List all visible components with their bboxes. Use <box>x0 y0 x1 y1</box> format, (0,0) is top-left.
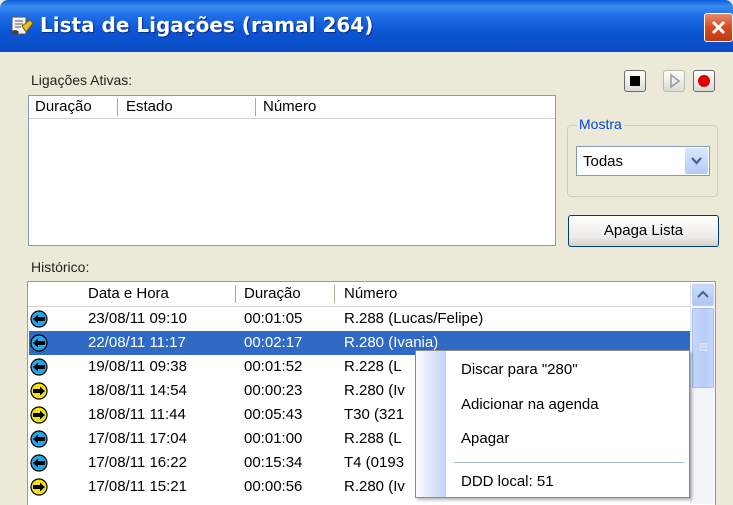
chevron-up-icon <box>697 290 709 298</box>
filter-select[interactable]: Todas <box>576 146 710 176</box>
row-datetime: 17/08/11 16:22 <box>88 454 187 471</box>
row-number: R.280 (Iv <box>344 382 405 399</box>
record-button[interactable] <box>693 70 715 92</box>
record-icon <box>698 75 710 87</box>
row-number: R.228 (L <box>344 358 402 375</box>
close-icon <box>711 20 726 35</box>
title-bar[interactable]: Lista de Ligações (ramal 264) <box>0 0 733 52</box>
column-divider[interactable] <box>117 98 118 116</box>
row-duration: 00:01:52 <box>244 358 303 375</box>
menu-gutter <box>416 351 446 497</box>
row-number: R.288 (L <box>344 430 402 447</box>
column-header-duracao[interactable]: Duração <box>244 283 301 305</box>
row-number: T4 (0193 <box>344 454 405 471</box>
row-duration: 00:05:43 <box>244 406 303 423</box>
stop-button[interactable] <box>624 70 646 92</box>
menu-separator <box>454 462 684 463</box>
phone-list-icon <box>11 16 34 35</box>
row-duration: 00:02:17 <box>244 334 303 351</box>
menu-item-add-to-contacts[interactable]: Adicionar na agenda <box>461 396 599 413</box>
column-header-numero[interactable]: Número <box>263 96 316 118</box>
row-datetime: 23/08/11 09:10 <box>88 310 187 327</box>
outgoing-call-icon <box>30 430 48 448</box>
filter-group-label: Mostra <box>577 116 624 132</box>
menu-item-dial[interactable]: Discar para "280" <box>461 361 578 378</box>
outgoing-call-icon <box>30 310 48 328</box>
row-number: T30 (321 <box>344 406 405 423</box>
column-header-numero[interactable]: Número <box>344 283 397 305</box>
column-header-estado[interactable]: Estado <box>126 96 173 118</box>
outgoing-call-icon <box>30 454 48 472</box>
table-row[interactable]: 23/08/11 09:10 00:01:05 R.288 (Lucas/Fel… <box>29 307 694 331</box>
stop-icon <box>630 76 640 86</box>
row-datetime: 22/08/11 11:17 <box>88 334 186 351</box>
outgoing-call-icon <box>30 334 48 352</box>
play-icon <box>670 73 681 89</box>
row-datetime: 18/08/11 14:54 <box>88 382 187 399</box>
row-duration: 00:00:56 <box>244 478 303 495</box>
window-title: Lista de Ligações (ramal 264) <box>40 13 374 37</box>
incoming-call-icon <box>30 382 48 400</box>
row-duration: 00:00:23 <box>244 382 303 399</box>
scroll-thumb[interactable] <box>692 308 714 388</box>
history-label: Histórico: <box>31 259 90 275</box>
menu-item-delete[interactable]: Apagar <box>461 430 509 447</box>
row-datetime: 19/08/11 09:38 <box>88 358 187 375</box>
incoming-call-icon <box>30 478 48 496</box>
chevron-down-icon <box>691 157 702 165</box>
history-scrollbar[interactable] <box>690 283 715 504</box>
column-divider[interactable] <box>255 98 256 116</box>
column-header-data-hora[interactable]: Data e Hora <box>88 283 169 305</box>
row-number: R.288 (Lucas/Felipe) <box>344 310 484 327</box>
grip-icon <box>699 343 707 351</box>
call-list-window: Lista de Ligações (ramal 264) Ligações A… <box>0 0 733 505</box>
row-duration: 00:01:05 <box>244 310 303 327</box>
row-datetime: 18/08/11 11:44 <box>88 406 186 423</box>
row-datetime: 17/08/11 17:04 <box>88 430 187 447</box>
clear-list-button[interactable]: Apaga Lista <box>568 215 719 247</box>
column-header-duracao[interactable]: Duração <box>35 96 92 118</box>
active-calls-list[interactable]: Duração Estado Número <box>28 95 556 246</box>
close-button[interactable] <box>704 13 733 42</box>
row-number: R.280 (Ivania) <box>344 334 439 351</box>
row-number: R.280 (Iv <box>344 478 405 495</box>
row-datetime: 17/08/11 15:21 <box>88 478 187 495</box>
filter-selected-value: Todas <box>583 153 624 170</box>
context-menu: Discar para "280" Adicionar na agenda Ap… <box>415 350 690 498</box>
menu-item-local-ddd[interactable]: DDD local: 51 <box>461 473 554 490</box>
outgoing-call-icon <box>30 358 48 376</box>
row-duration: 00:01:00 <box>244 430 303 447</box>
column-divider[interactable] <box>334 285 335 303</box>
scroll-up-button[interactable] <box>692 284 714 306</box>
active-calls-label: Ligações Ativas: <box>31 72 133 88</box>
play-button[interactable] <box>663 70 685 92</box>
dropdown-button[interactable] <box>685 148 708 174</box>
column-divider[interactable] <box>235 285 236 303</box>
row-duration: 00:15:34 <box>244 454 303 471</box>
incoming-call-icon <box>30 406 48 424</box>
